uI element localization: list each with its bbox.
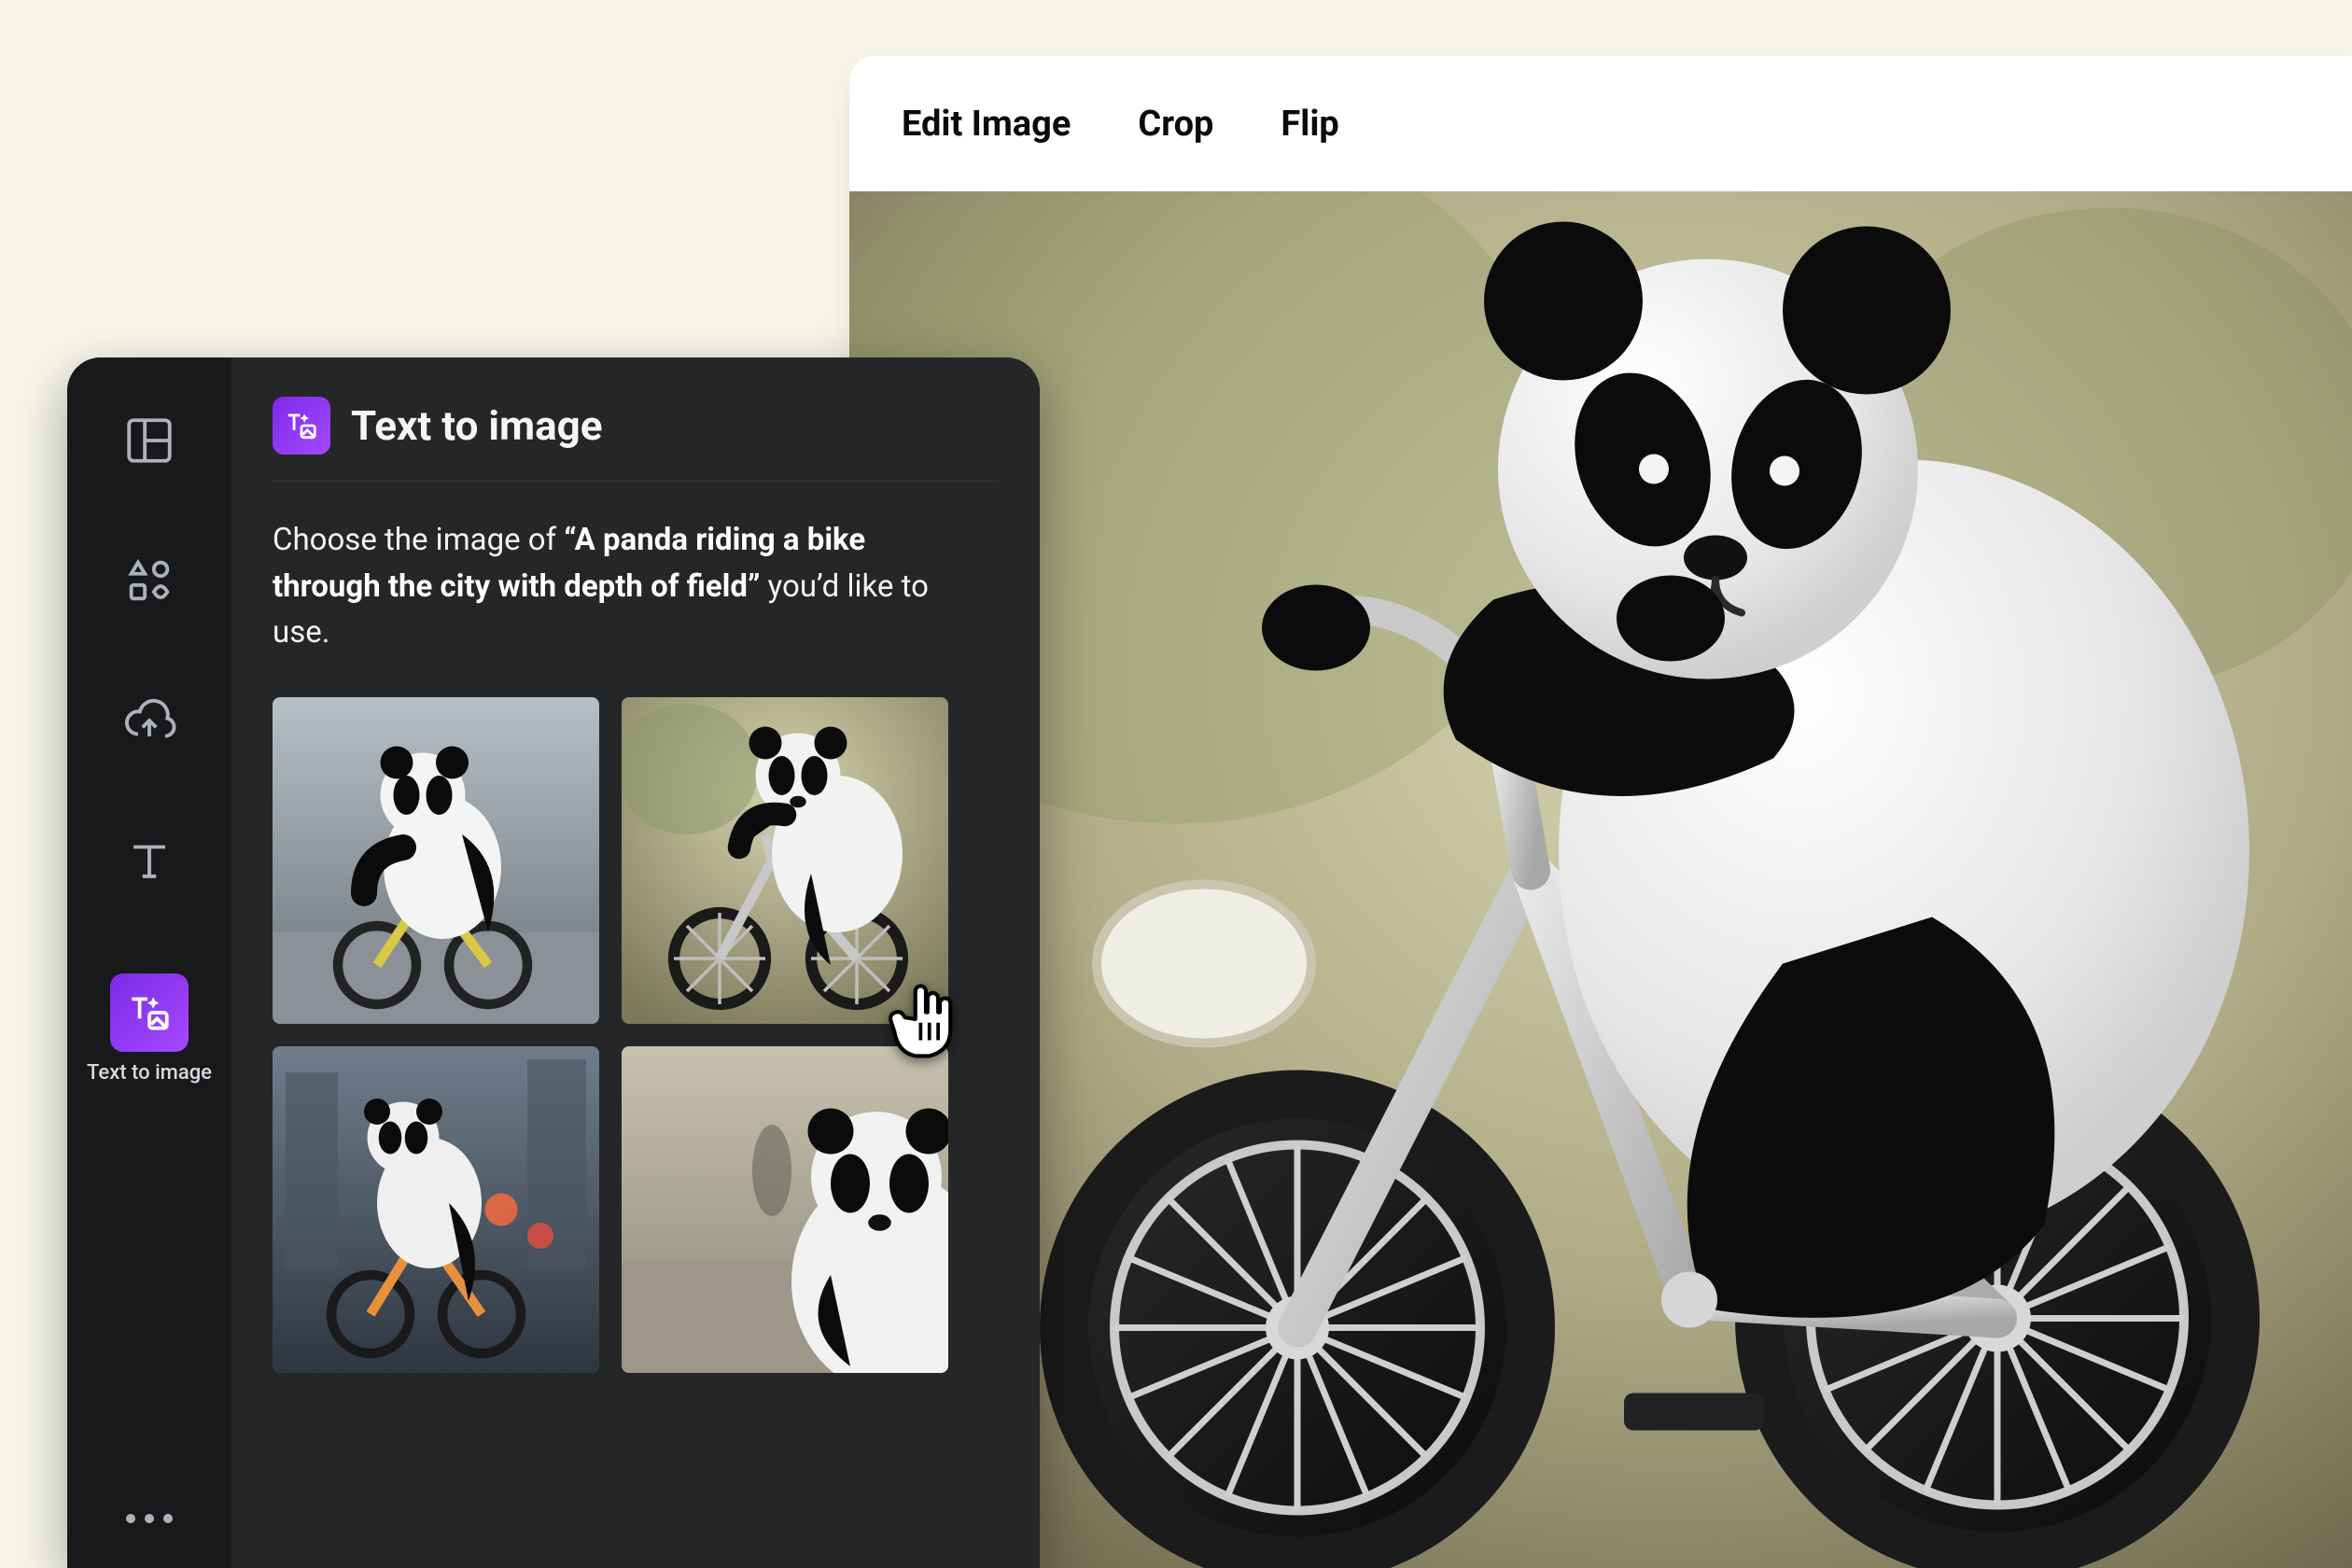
result-thumb-1[interactable] — [273, 697, 599, 1024]
editor-toolbar: Edit Image Crop Flip — [849, 56, 2352, 191]
editor-canvas[interactable] — [849, 191, 2352, 1568]
text-to-image-badge-icon — [273, 397, 330, 455]
result-grid — [273, 697, 999, 1373]
result-thumb-2[interactable] — [622, 697, 948, 1024]
result-thumb-3[interactable] — [273, 1046, 599, 1373]
prompt-prefix: Choose the image of — [273, 522, 564, 558]
tab-edit-image[interactable]: Edit Image — [902, 104, 1071, 145]
panel-title: Text to image — [351, 401, 603, 450]
panel-body: Text to image Choose the image of “A pan… — [231, 357, 1040, 1568]
tab-flip[interactable]: Flip — [1281, 104, 1338, 145]
tool-rail: Text to image — [67, 357, 231, 1568]
text-to-image-panel: Text to image Text to image Choose the i… — [67, 357, 1040, 1568]
text-to-image-icon — [110, 973, 189, 1052]
result-thumb-4[interactable] — [622, 1046, 948, 1373]
editor-window: Edit Image Crop Flip — [849, 56, 2352, 1568]
panel-header: Text to image — [273, 397, 999, 482]
rail-more[interactable] — [126, 1514, 173, 1523]
rail-uploads[interactable] — [122, 693, 176, 748]
prompt-instruction: Choose the image of “A panda riding a bi… — [273, 517, 945, 656]
rail-text-to-image-label: Text to image — [87, 1061, 212, 1085]
canvas-image — [849, 191, 2352, 1568]
rail-templates[interactable] — [122, 413, 176, 468]
upload-cloud-icon — [122, 693, 176, 748]
templates-icon — [122, 413, 176, 468]
text-icon — [122, 833, 176, 888]
rail-text[interactable] — [122, 833, 176, 888]
rail-text-to-image[interactable]: Text to image — [87, 973, 212, 1085]
tab-crop[interactable]: Crop — [1138, 104, 1213, 145]
rail-elements[interactable] — [122, 553, 176, 608]
elements-icon — [122, 553, 176, 608]
